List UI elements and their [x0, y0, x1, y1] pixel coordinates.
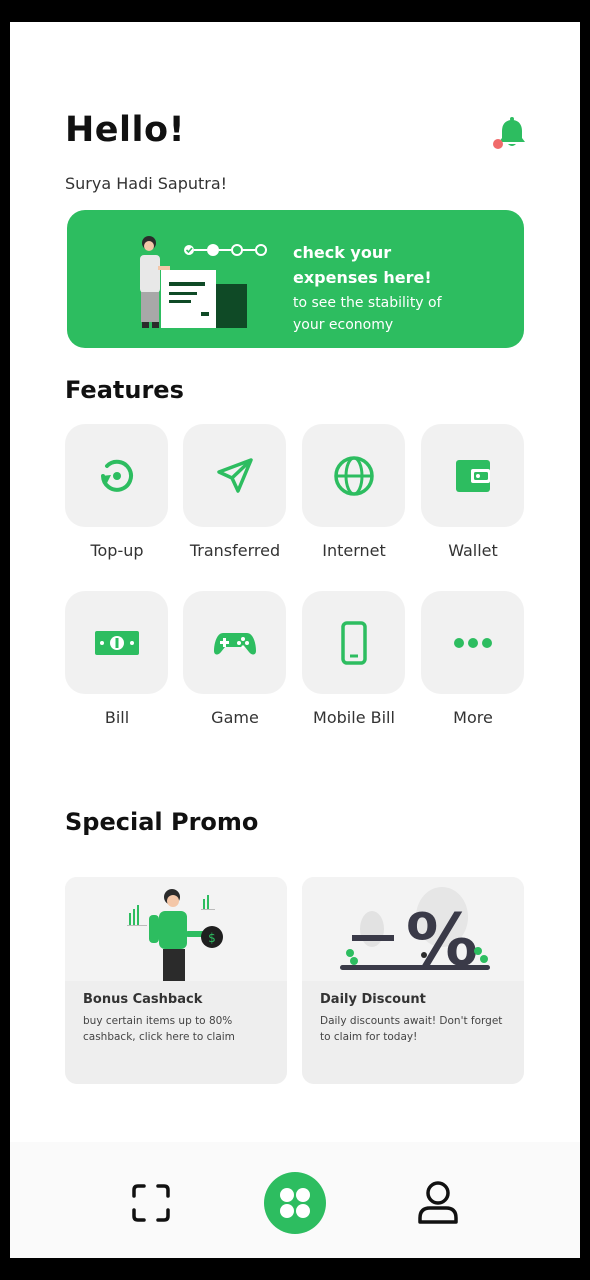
feature-tile[interactable]	[421, 424, 524, 527]
greeting-title: Hello!	[65, 110, 186, 150]
feature-wallet[interactable]: Wallet	[421, 424, 525, 560]
feature-label: Wallet	[448, 541, 498, 560]
feature-internet[interactable]: Internet	[302, 424, 406, 560]
feature-tile[interactable]	[183, 591, 286, 694]
promo-card-discount[interactable]: % Daily Discount Daily discounts await! …	[302, 877, 524, 1084]
phone-icon	[340, 620, 367, 665]
cashback-illustration: $	[65, 877, 287, 981]
promo-title: Bonus Cashback	[83, 992, 203, 1007]
feature-tile[interactable]	[302, 424, 405, 527]
home-button[interactable]	[264, 1172, 326, 1234]
expenses-banner[interactable]: check your expenses here! to see the sta…	[67, 210, 524, 348]
feature-label: Mobile Bill	[313, 708, 395, 727]
promo-description: buy certain items up to 80% cashback, cl…	[83, 1015, 235, 1043]
feature-label: Top-up	[90, 541, 144, 560]
feature-transferred[interactable]: Transferred	[183, 424, 287, 560]
svg-text:$: $	[208, 931, 216, 945]
feature-tile[interactable]	[302, 591, 405, 694]
feature-label: More	[453, 708, 493, 727]
app-screen: Hello! Surya Hadi Saputra! check your ex…	[10, 22, 580, 1258]
home-grid-icon	[280, 1188, 310, 1218]
special-promo-title: Special Promo	[65, 808, 259, 836]
feature-game[interactable]: Game	[183, 591, 287, 727]
gamepad-icon	[213, 632, 256, 655]
banner-illustration	[140, 236, 267, 328]
scan-icon[interactable]	[130, 1182, 172, 1224]
feature-bill[interactable]: Bill	[65, 591, 169, 727]
promo-card-cashback[interactable]: $ Bonus Cashback buy certain items up to…	[65, 877, 287, 1084]
send-icon	[216, 457, 253, 493]
username-text: Surya Hadi Saputra!	[65, 174, 228, 193]
feature-mobile-bill[interactable]: Mobile Bill	[302, 591, 406, 727]
promo-title: Daily Discount	[320, 992, 426, 1007]
globe-icon	[333, 455, 374, 496]
feature-label: Internet	[322, 541, 386, 560]
feature-tile[interactable]	[65, 591, 168, 694]
banknote-icon	[94, 630, 139, 655]
feature-topup[interactable]: Top-up	[65, 424, 169, 560]
feature-tile[interactable]	[421, 591, 524, 694]
banner-title: check your expenses here!	[293, 243, 432, 287]
feature-tile[interactable]	[183, 424, 286, 527]
notification-bell-icon[interactable]	[492, 116, 532, 152]
feature-label: Transferred	[189, 541, 281, 560]
feature-more[interactable]: More	[421, 591, 525, 727]
discount-illustration: %	[302, 877, 524, 981]
feature-tile[interactable]	[65, 424, 168, 527]
features-title: Features	[65, 376, 184, 404]
feature-label: Bill	[104, 708, 130, 727]
topup-icon	[100, 459, 133, 492]
profile-icon[interactable]	[414, 1178, 462, 1226]
feature-label: Game	[211, 708, 259, 727]
banner-subtitle: to see the stability of your economy	[293, 295, 442, 333]
bottom-navigation	[10, 1142, 580, 1258]
promo-description: Daily discounts await! Don't forget to c…	[320, 1015, 503, 1043]
more-dots-icon	[453, 637, 492, 648]
wallet-icon	[455, 459, 490, 492]
